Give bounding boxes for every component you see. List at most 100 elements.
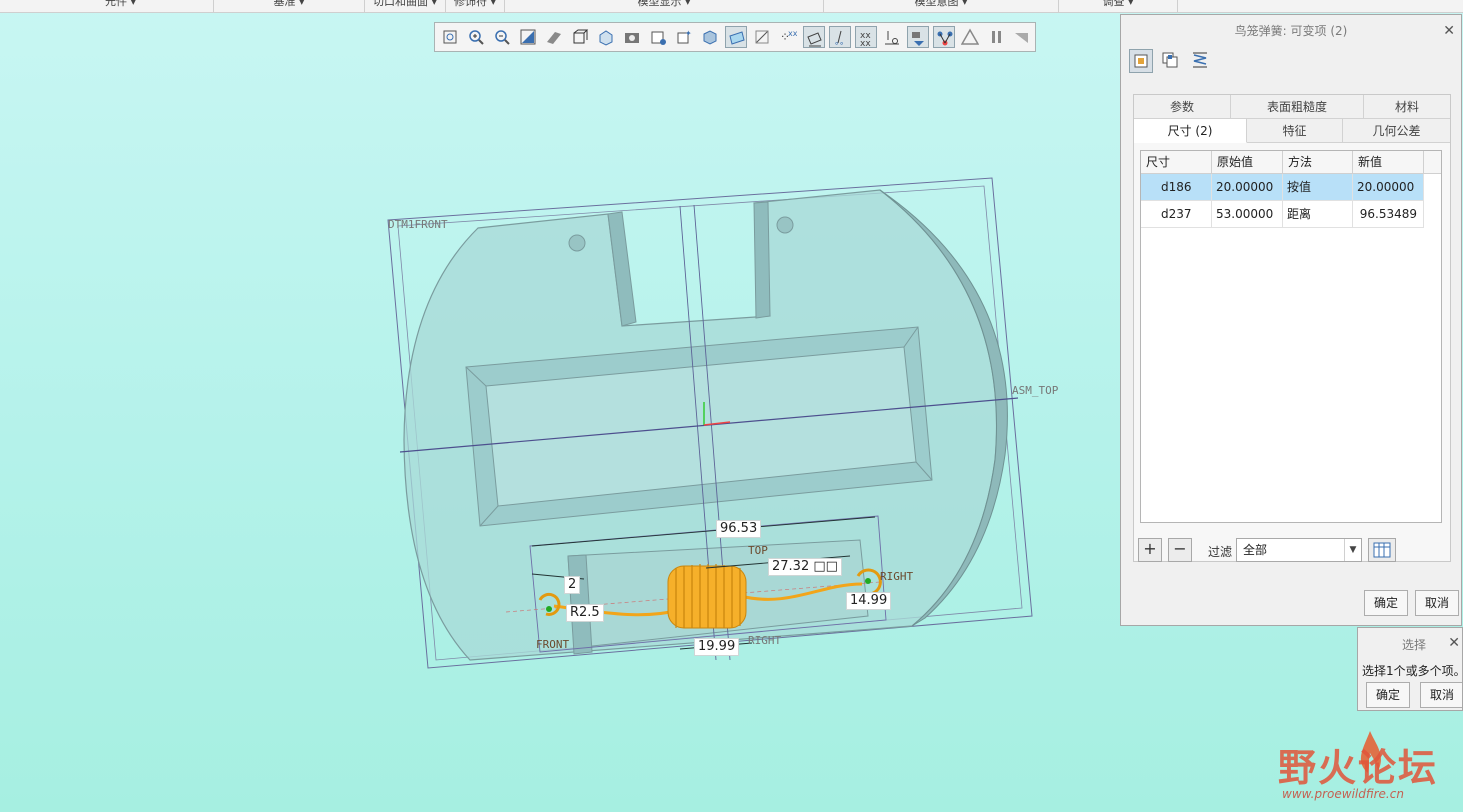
selection-cancel-button[interactable]: 取消 [1420, 682, 1462, 708]
close-icon[interactable]: ✕ [1448, 635, 1460, 651]
ribbon-group-model-display[interactable]: 模型显示 ▾ [505, 0, 824, 12]
zoom-in-icon[interactable] [465, 26, 487, 48]
dimension-96-53[interactable]: 96.53 [716, 520, 762, 538]
svg-text:xx: xx [788, 29, 797, 38]
ribbon-group-model-intent[interactable]: 模型意图 ▾ [824, 0, 1059, 12]
cell-original[interactable]: 20.00000 [1212, 174, 1283, 201]
datum-label-top: TOP [748, 544, 768, 557]
datum-label-front: FRONT [536, 638, 570, 651]
selection-ok-button[interactable]: 确定 [1366, 682, 1410, 708]
graphics-toolbar: ✦ ⁘ xx ∘∘ xx xx [434, 22, 1036, 52]
filter-dropdown[interactable]: 全部 ▼ [1236, 538, 1362, 562]
selection-title: 选择 [1401, 638, 1426, 652]
view-manager-icon[interactable] [647, 26, 669, 48]
table-view-icon[interactable] [1129, 49, 1153, 73]
spring-icon[interactable] [1189, 49, 1213, 73]
saved-orientations-icon[interactable] [621, 26, 643, 48]
axis-display-icon[interactable]: ⁘ xx [777, 26, 799, 48]
dimension-r2-5[interactable]: R2.5 [566, 604, 604, 622]
refit-icon[interactable] [439, 26, 461, 48]
tab-parameters[interactable]: 参数 [1134, 95, 1231, 119]
annotation-display-icon[interactable]: xx xx [855, 26, 877, 48]
dimension-27-32-value: 27.32 [772, 559, 810, 574]
cell-new-value[interactable]: 96.53489 [1353, 201, 1424, 228]
tab-surface-roughness[interactable]: 表面粗糙度 [1231, 95, 1364, 119]
cell-dim[interactable]: d237 [1141, 201, 1212, 228]
cell-dim[interactable]: d186 [1141, 174, 1212, 201]
model-drawing [387, 177, 1033, 669]
cell-new-value[interactable]: 20.00000 [1353, 174, 1424, 201]
named-views-icon[interactable] [595, 26, 617, 48]
point-display-icon[interactable] [803, 26, 825, 48]
warning-triangle-icon[interactable] [959, 26, 981, 48]
hole-left[interactable] [568, 234, 586, 252]
cancel-button[interactable]: 取消 [1415, 590, 1459, 616]
repaint-icon[interactable] [517, 26, 539, 48]
pause-icon[interactable] [985, 26, 1007, 48]
datum-display-icon[interactable] [725, 26, 747, 48]
filter-value: 全部 [1243, 543, 1268, 557]
flatness-symbol-icon: □□ [813, 559, 838, 574]
ribbon-group-cut-surface[interactable]: 切口和曲面 ▾ [365, 0, 446, 12]
ribbon-group-investigate[interactable]: 调查 ▾ [1059, 0, 1178, 12]
cell-method[interactable]: 距离 [1283, 201, 1353, 228]
dialog-title-text: 鸟笼弹簧: 可变项 (2) [1234, 24, 1348, 38]
dimension-19-99[interactable]: 19.99 [694, 638, 740, 656]
connection-icon[interactable] [933, 26, 955, 48]
cell-method[interactable]: 按值 [1283, 174, 1353, 201]
spring-coil[interactable] [667, 564, 747, 629]
datum-label-asm-top: ASM_TOP [1012, 384, 1059, 397]
hook-point-right[interactable] [865, 578, 871, 584]
svg-text:∘∘: ∘∘ [834, 39, 844, 47]
ok-button[interactable]: 确定 [1364, 590, 1408, 616]
chevron-down-icon[interactable]: ▼ [1344, 539, 1361, 561]
plane-display-icon[interactable] [751, 26, 773, 48]
remove-button[interactable]: − [1168, 538, 1192, 562]
column-header-method[interactable]: 方法 [1283, 151, 1353, 174]
spin-center-icon[interactable]: ✦ [673, 26, 695, 48]
dimension-14-99[interactable]: 14.99 [846, 592, 892, 610]
add-button[interactable]: + [1138, 538, 1162, 562]
tab-gtol[interactable]: 几何公差 [1343, 119, 1450, 143]
columns-icon [1373, 542, 1391, 558]
column-header-new[interactable]: 新值 [1353, 151, 1424, 174]
tab-material[interactable]: 材料 [1364, 95, 1450, 119]
section-icon[interactable] [699, 26, 721, 48]
dialog-title: 鸟笼弹簧: 可变项 (2) ✕ [1121, 15, 1461, 47]
zoom-out-icon[interactable] [491, 26, 513, 48]
display-style-icon[interactable] [569, 26, 591, 48]
stop-icon[interactable] [1011, 26, 1033, 48]
spin-tag-icon[interactable] [881, 26, 903, 48]
copy-view-icon[interactable] [1159, 49, 1183, 73]
tab-features[interactable]: 特征 [1247, 119, 1343, 143]
ribbon-group-component[interactable]: 元件 ▾ [28, 0, 214, 12]
graphics-viewport[interactable]: DTM1FRONT ASM_TOP TOP RIGHT FRONT RIGHT … [0, 14, 1120, 812]
selection-dialog: 选择 ✕ 选择1个或多个项。 确定 取消 [1357, 627, 1463, 711]
tab-panel: 参数 表面粗糙度 材料 尺寸 (2) 特征 几何公差 尺寸 原始值 方法 新值 … [1133, 94, 1451, 562]
datum-label-right-2: RIGHT [748, 634, 782, 647]
hole-right[interactable] [776, 216, 794, 234]
close-icon[interactable]: ✕ [1443, 15, 1455, 47]
slot-wall-right [753, 201, 771, 319]
watermark-name: 野火论坛 [1278, 745, 1439, 790]
ribbon-group-modifiers[interactable]: 修饰符 ▾ [446, 0, 505, 12]
csys-display-icon[interactable]: ∘∘ [829, 26, 851, 48]
svg-text:✦: ✦ [685, 29, 692, 38]
svg-text:xx: xx [860, 39, 871, 47]
ribbon-group-bar: 元件 ▾ 基准 ▾ 切口和曲面 ▾ 修饰符 ▾ 模型显示 ▾ 模型意图 ▾ 调查… [0, 0, 1463, 13]
perspective-icon[interactable] [543, 26, 565, 48]
cell-original[interactable]: 53.00000 [1212, 201, 1283, 228]
dimension-table: 尺寸 原始值 方法 新值 d186 20.00000 按值 20.00000 d… [1140, 150, 1442, 523]
ribbon-group-datum[interactable]: 基准 ▾ [214, 0, 365, 12]
dimension-2[interactable]: 2 [564, 576, 581, 594]
dimension-27-32[interactable]: 27.32 □□ [768, 558, 842, 576]
column-header-original[interactable]: 原始值 [1212, 151, 1283, 174]
tab-dimensions[interactable]: 尺寸 (2) [1134, 119, 1247, 143]
column-header-dim[interactable]: 尺寸 [1141, 151, 1212, 174]
hook-point-left[interactable] [546, 606, 552, 612]
render-control-icon[interactable] [907, 26, 929, 48]
table-columns-button[interactable] [1368, 538, 1396, 562]
filter-label: 过滤 [1208, 545, 1233, 559]
datum-label-dtm1front: DTM1FRONT [388, 218, 448, 231]
selection-message: 选择1个或多个项。 [1362, 664, 1463, 678]
